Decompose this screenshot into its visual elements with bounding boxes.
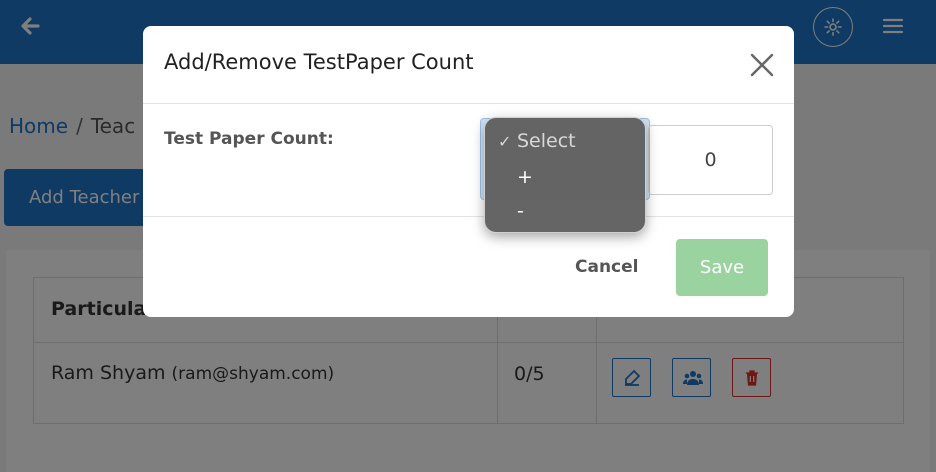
test-paper-count-label: Test Paper Count:: [164, 129, 334, 149]
modal-footer-divider: [143, 216, 794, 217]
save-button[interactable]: Save: [676, 239, 768, 296]
dropdown-option-label: +: [517, 166, 533, 188]
close-icon[interactable]: [749, 52, 775, 78]
dropdown-option-label: Select: [517, 130, 576, 152]
count-input[interactable]: 0: [648, 125, 773, 195]
dropdown-option-label: -: [517, 200, 524, 222]
modal-title: Add/Remove TestPaper Count: [164, 50, 474, 74]
dropdown-option-select[interactable]: ✓ Select: [485, 126, 645, 160]
modal-header-divider: [143, 103, 794, 104]
testpaper-count-modal: Add/Remove TestPaper Count Test Paper Co…: [143, 26, 794, 317]
dropdown-option-minus[interactable]: -: [485, 195, 645, 229]
checkmark-icon: ✓: [498, 132, 512, 151]
operation-dropdown-list: ✓ Select + -: [484, 117, 646, 233]
dropdown-option-plus[interactable]: +: [485, 161, 645, 195]
cancel-button[interactable]: Cancel: [575, 257, 638, 277]
